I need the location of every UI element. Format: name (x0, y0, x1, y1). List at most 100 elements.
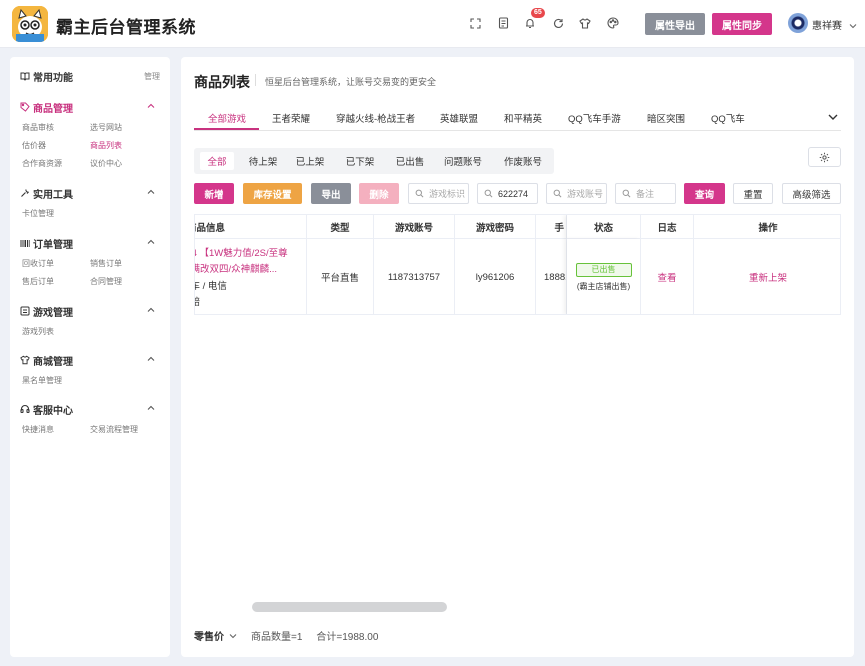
col-header-status: 状态 (567, 215, 641, 239)
view-log-link[interactable]: 查看 (641, 239, 694, 314)
sidebar-item-sales-orders[interactable]: 销售订单 (90, 258, 122, 269)
status-tab-all[interactable]: 全部 (200, 152, 234, 170)
tab-qq-speed[interactable]: QQ飞车 (711, 111, 745, 125)
col-header-password: 游戏密码 (455, 215, 536, 239)
reset-button[interactable]: 重置 (733, 183, 773, 204)
col-header-type: 类型 (307, 215, 374, 239)
user-avatar[interactable] (788, 13, 808, 33)
status-tab-problem[interactable]: 问题账号 (438, 152, 488, 170)
col-header-info-label: 商品信息 (195, 222, 226, 234)
sidebar-item-quick-messages[interactable]: 快捷消息 (22, 424, 54, 435)
sidebar-item-valuator[interactable]: 估价器 (22, 140, 46, 151)
export-button[interactable]: 导出 (311, 183, 351, 204)
add-button[interactable]: 新增 (194, 183, 234, 204)
horizontal-scrollbar[interactable] (252, 602, 447, 612)
manage-link[interactable]: 管理 (144, 71, 160, 82)
product-guarantee: 包赔 (195, 294, 200, 308)
notification-badge: 65 (531, 8, 545, 18)
stock-settings-button[interactable]: 库存设置 (243, 183, 302, 204)
col-header-account: 游戏账号 (374, 215, 455, 239)
remark-filter[interactable]: 备注 (615, 183, 676, 204)
sidebar-group-label: 实用工具 (33, 189, 73, 201)
sidebar-item-selection-site[interactable]: 选号网站 (90, 122, 122, 133)
chevron-up-icon[interactable] (146, 354, 156, 364)
sidebar-group-title[interactable]: 商城管理 (20, 353, 73, 368)
advanced-filter-button[interactable]: 高级筛选 (782, 183, 841, 204)
barcode-icon (20, 238, 30, 248)
tab-crossfire[interactable]: 穿越火线-枪战王者 (336, 111, 415, 125)
product-title-line1[interactable]: 274 【1W魅力值/2S/至尊 (195, 245, 288, 259)
game-id-placeholder: 游戏标识 (429, 189, 466, 199)
retail-price-dropdown[interactable]: 零售价 (194, 628, 237, 643)
sidebar-item-trade-process[interactable]: 交易流程管理 (90, 424, 138, 435)
sidebar-item-product-review[interactable]: 商品审核 (22, 122, 54, 133)
chevron-down-icon[interactable] (827, 112, 839, 122)
product-title-line2[interactable]: 甲满改双四/众神麒麟... (195, 261, 277, 275)
status-tab-void[interactable]: 作废账号 (498, 152, 548, 170)
status-tabs: 全部 待上架 已上架 已下架 已出售 问题账号 作废账号 (194, 148, 554, 174)
palette-icon[interactable] (604, 14, 622, 32)
sidebar-group-title[interactable]: 游戏管理 (20, 304, 73, 319)
document-icon[interactable] (494, 14, 512, 32)
chevron-up-icon[interactable] (146, 403, 156, 413)
status-badge: 已出售 (575, 262, 632, 277)
status-tab-listed[interactable]: 已上架 (290, 152, 330, 170)
product-region: 飞车 / 电信 (195, 281, 227, 292)
refresh-icon[interactable] (549, 14, 567, 32)
sidebar-item-recycle-orders[interactable]: 回收订单 (22, 258, 54, 269)
status-tab-pending[interactable]: 待上架 (242, 152, 284, 170)
table-settings-button[interactable] (808, 147, 841, 167)
tab-qq-speed-mobile[interactable]: QQ飞车手游 (568, 111, 621, 125)
relist-link[interactable]: 重新上架 (694, 239, 840, 314)
search-icon (415, 189, 424, 198)
sidebar-item-aftersale-orders[interactable]: 售后订单 (22, 276, 54, 287)
sidebar-item-blacklist[interactable]: 黑名单管理 (22, 375, 62, 386)
sidebar-group-label: 客服中心 (33, 405, 73, 417)
status-tab-delisted[interactable]: 已下架 (340, 152, 380, 170)
remark-placeholder: 备注 (636, 189, 655, 199)
sidebar-item-game-list[interactable]: 游戏列表 (22, 326, 54, 337)
game-id-filter[interactable]: 游戏标识 (408, 183, 469, 204)
sidebar-item-partner-resources[interactable]: 合作商资源 (22, 158, 62, 169)
status-note: (霸主店铺出售) (576, 281, 631, 291)
code-filter[interactable]: 622274 (477, 183, 538, 204)
chevron-down-icon (849, 24, 857, 29)
delete-button[interactable]: 删除 (359, 183, 399, 204)
tab-arena-breakout[interactable]: 暗区突围 (647, 111, 685, 125)
tab-league-of-legends[interactable]: 英雄联盟 (440, 111, 478, 125)
sidebar-item-contract-management[interactable]: 合同管理 (90, 276, 122, 287)
game-tabs: 全部游戏 王者荣耀 穿越火线-枪战王者 英雄联盟 和平精英 QQ飞车手游 暗区突… (194, 109, 841, 131)
cell-product-info: 274 【1W魅力值/2S/至尊 甲满改双四/众神麒麟... 飞车 / 电信 包… (195, 239, 307, 314)
chevron-up-icon[interactable] (146, 237, 156, 247)
fullscreen-icon[interactable] (466, 14, 484, 32)
account-filter[interactable]: 游戏账号 (546, 183, 607, 204)
sidebar-group-title[interactable]: 常用功能 (20, 69, 73, 84)
chevron-up-icon[interactable] (146, 305, 156, 315)
sidebar-group-title[interactable]: 实用工具 (20, 186, 73, 201)
username-dropdown[interactable]: 惠祥赛 (812, 17, 857, 32)
chevron-up-icon[interactable] (146, 187, 156, 197)
sidebar-group-title[interactable]: 订单管理 (20, 236, 73, 251)
tab-all-games[interactable]: 全部游戏 (208, 111, 246, 125)
cell-password: ly961206 (455, 239, 536, 314)
main-panel: 商品列表 恒星后台管理系统，让账号交易变的更安全 全部游戏 王者荣耀 穿越火线-… (181, 57, 854, 657)
chevron-up-icon[interactable] (146, 101, 156, 111)
export-attributes-button[interactable]: 属性导出 (645, 13, 705, 35)
tab-peace-elite[interactable]: 和平精英 (504, 111, 542, 125)
sidebar-item-product-list[interactable]: 商品列表 (90, 140, 122, 151)
table-footer: 零售价 商品数量=1 合计=1988.00 (194, 628, 378, 643)
status-tab-sold[interactable]: 已出售 (390, 152, 430, 170)
cell-status: 已出售 (霸主店铺出售) (567, 239, 641, 314)
sidebar-item-bargain-center[interactable]: 议价中心 (90, 158, 122, 169)
bell-icon[interactable]: 65 (521, 8, 545, 32)
product-count: 商品数量=1 (251, 632, 303, 643)
cell-type: 平台直售 (307, 239, 374, 314)
code-filter-value: 622274 (498, 188, 529, 199)
sidebar-group-title[interactable]: 商品管理 (20, 100, 73, 115)
tab-honor-of-kings[interactable]: 王者荣耀 (272, 111, 310, 125)
shirt-icon[interactable] (576, 14, 594, 32)
query-button[interactable]: 查询 (684, 183, 725, 204)
sync-attributes-button[interactable]: 属性同步 (712, 13, 772, 35)
sidebar-item-slot-management[interactable]: 卡位管理 (22, 208, 54, 219)
sidebar-group-title[interactable]: 客服中心 (20, 402, 73, 417)
